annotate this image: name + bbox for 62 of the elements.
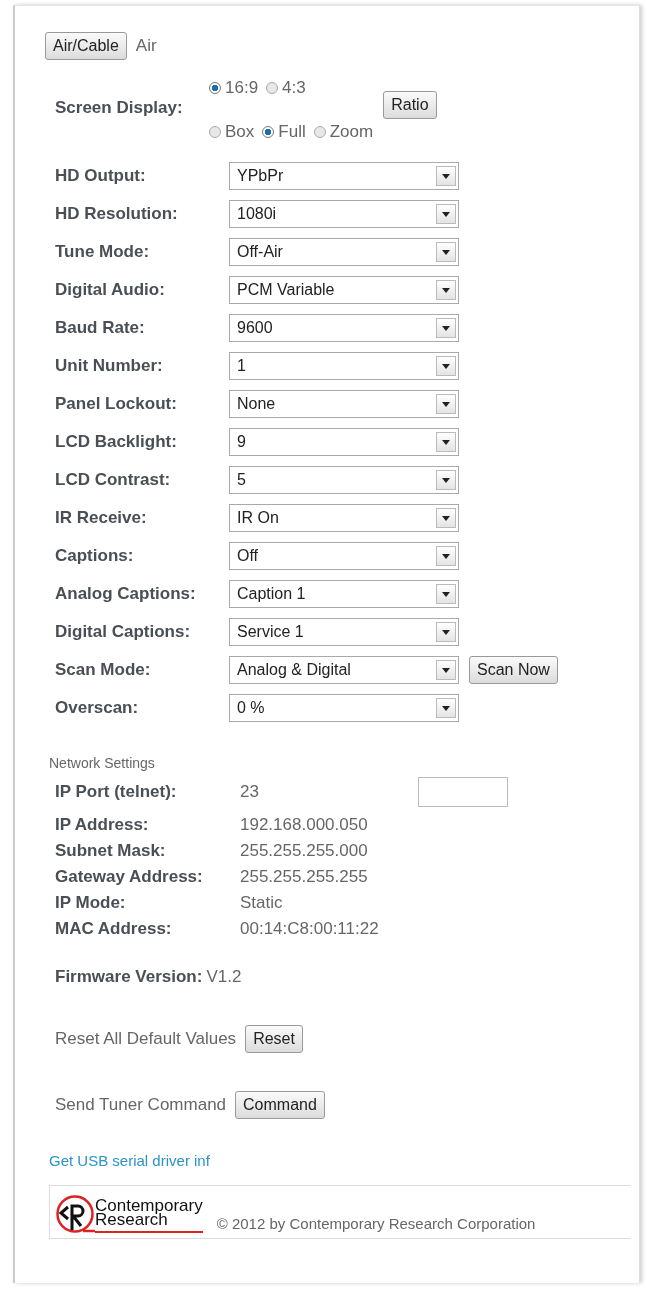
field-label: Overscan: [55,698,140,718]
field-label: HD Resolution: [55,204,179,224]
dropdown[interactable]: Off [229,542,459,570]
action-label: Send Tuner Command [55,1095,227,1115]
field-label: Captions: [55,546,135,566]
dropdown[interactable]: 9600 [229,314,459,342]
field-label: Baud Rate: [55,318,146,338]
dropdown[interactable]: None [229,390,459,418]
field-value: 00:14:C8:00:11:22 [240,919,379,939]
radio-label: Zoom [329,122,374,142]
dropdown[interactable]: 1 [229,352,459,380]
field-label: Digital Audio: [55,280,166,300]
field-value: 192.168.000.050 [240,815,368,835]
dropdown[interactable]: 9 [229,428,459,456]
field-label: Tune Mode: [55,242,151,262]
field-label: Firmware Version: [55,967,203,987]
radio-label: Box [225,122,255,142]
action-label: Reset All Default Values [55,1029,237,1049]
section-heading: Network Settings [49,755,156,771]
dropdown[interactable]: YPbPr [229,162,459,190]
field-label: Scan Mode: [55,660,152,680]
copyright-text: © 2012 by Contemporary Research Corporation [216,1215,536,1232]
dropdown[interactable]: Service 1 [229,618,459,646]
field-label: Subnet Mask: [55,841,167,861]
driver-link[interactable]: Get USB serial driver inf [49,1152,210,1169]
field-label: Gateway Address: [55,867,204,887]
field-value: 23 [240,782,260,802]
radio-label: 16:9 [225,78,259,98]
field-label: HD Output: [55,166,147,186]
field-value: 255.255.255.255 [240,867,368,887]
field-label: Digital Captions: [55,622,192,642]
field-label: LCD Contrast: [55,470,172,490]
dropdown[interactable]: IR On [229,504,459,532]
field-label: Unit Number: [55,356,164,376]
field-label: IP Address: [55,815,150,835]
dropdown[interactable]: Off-Air [229,238,459,266]
radio-label: Full [278,122,306,142]
command-button[interactable]: Command [235,1091,325,1119]
field-label: IP Mode: [55,893,127,913]
firmware-value: V1.2 [206,967,242,987]
logo-text: Contemporary Research [95,1199,203,1233]
field-value: 255.255.255.000 [240,841,368,861]
dropdown[interactable]: 1080i [229,200,459,228]
field-value: Static [240,893,283,913]
air-cable-button[interactable]: Air/Cable [45,32,127,60]
reset-button[interactable]: Reset [245,1025,303,1053]
field-label: Panel Lockout: [55,394,178,414]
field-label: Screen Display: [55,98,184,118]
dropdown[interactable]: Analog & Digital [229,656,459,684]
mode-value: Air [135,36,157,56]
field-label: Analog Captions: [55,584,197,604]
field-label: LCD Backlight: [55,432,178,452]
scan-button[interactable]: Scan Now [469,656,558,684]
dropdown[interactable]: PCM Variable [229,276,459,304]
radio-label: 4:3 [282,78,306,98]
ratio-button[interactable]: Ratio [383,91,437,119]
field-label: IR Receive: [55,508,148,528]
dropdown[interactable]: Caption 1 [229,580,459,608]
dropdown[interactable]: 0 % [229,694,459,722]
dropdown[interactable]: 5 [229,466,459,494]
field-label: MAC Address: [55,919,173,939]
field-label: IP Port (telnet): [55,782,178,802]
